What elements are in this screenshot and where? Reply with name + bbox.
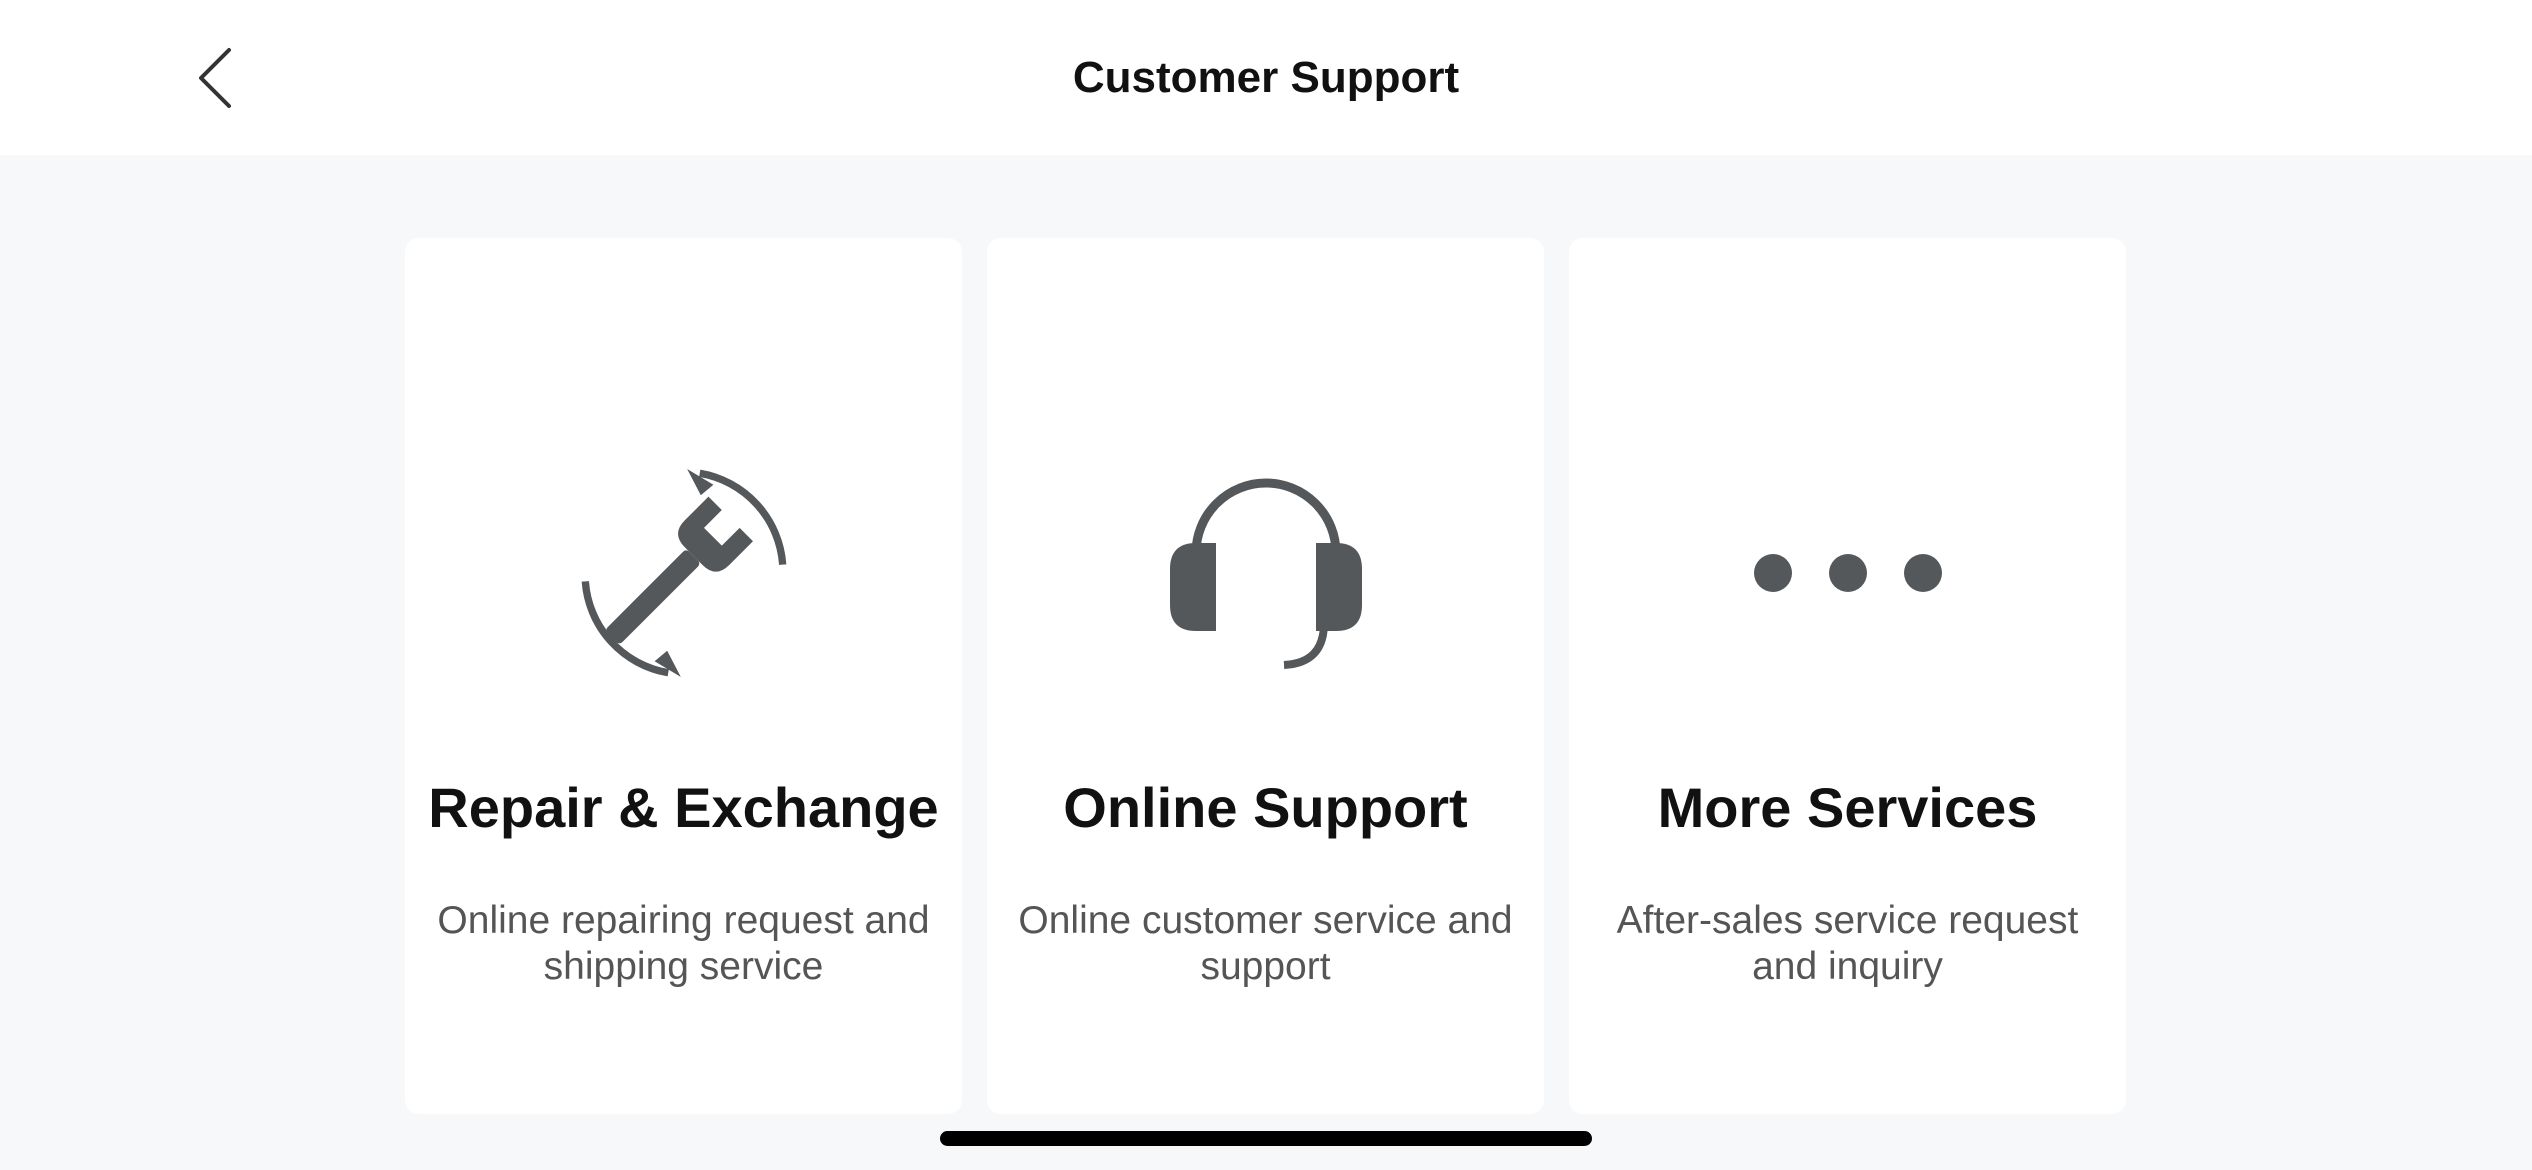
wrench-repair-icon (581, 469, 786, 677)
more-services-card[interactable]: More Services After-sales service reques… (1569, 238, 2126, 1114)
repair-icon-wrap (405, 453, 962, 693)
card-title: Repair & Exchange (428, 776, 939, 839)
headset-icon-wrap (987, 453, 1544, 693)
online-support-card[interactable]: Online Support Online customer service a… (987, 238, 1544, 1114)
card-title: Online Support (1063, 776, 1468, 839)
more-dots-icon (1753, 554, 1942, 592)
card-title: More Services (1657, 776, 2038, 839)
more-icon-wrap (1569, 453, 2126, 693)
repair-exchange-card[interactable]: Repair & Exchange Online repairing reque… (405, 238, 962, 1114)
card-description: Online customer service and support (1018, 899, 1513, 988)
header-bar: Customer Support (0, 0, 2532, 155)
back-button[interactable] (185, 38, 245, 118)
headset-icon (1169, 478, 1362, 669)
home-indicator[interactable] (940, 1131, 1592, 1146)
page-title: Customer Support (1072, 53, 1460, 102)
card-description: Online repairing request and shipping se… (437, 899, 930, 988)
card-description: After-sales service request and inquiry (1616, 899, 2079, 988)
chevron-left-icon (199, 48, 231, 108)
